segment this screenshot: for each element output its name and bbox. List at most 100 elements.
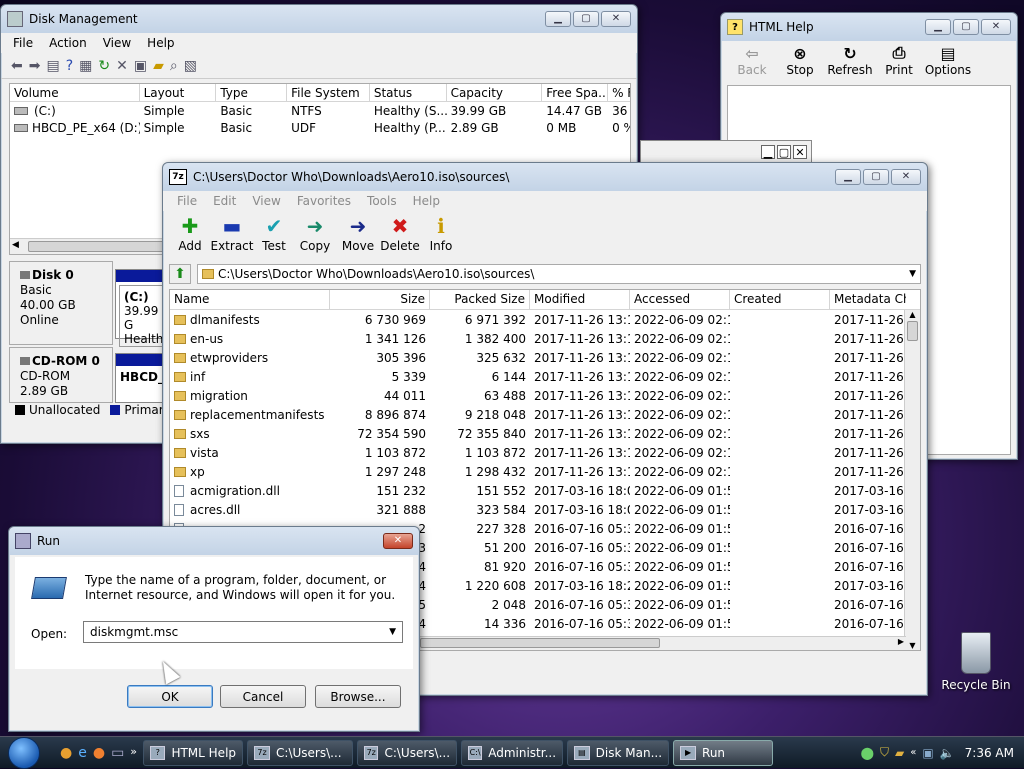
ie-icon[interactable]: e [78,745,87,761]
col-size[interactable]: Size [330,290,430,309]
open-combobox[interactable]: diskmgmt.msc ▼ [83,621,403,643]
show-desktop-icon[interactable]: ▭ [111,745,124,761]
col-free-space[interactable]: Free Spa... [542,84,609,101]
options-button[interactable]: ▤ Options [923,43,973,83]
delete-icon[interactable]: ✕ [116,58,128,74]
col-percent-free[interactable]: % F [608,84,630,101]
cdrom-0-pane[interactable]: CD-ROM 0 CD-ROM 2.89 GB [9,347,113,403]
cancel-button[interactable]: Cancel [220,685,306,708]
start-button[interactable] [0,736,48,769]
stop-button[interactable]: ⊗ Stop [775,43,825,83]
col-modified[interactable]: Modified [530,290,630,309]
background-window-fragment[interactable]: ▁ ▢ ✕ [640,140,812,164]
scroll-thumb[interactable] [420,638,660,648]
taskbar-item-7zip-1[interactable]: 7z C:\Users\... [247,739,354,766]
col-layout[interactable]: Layout [140,84,217,101]
scroll-thumb[interactable] [28,241,168,252]
info-button[interactable]: ℹ Info [421,213,461,259]
monitor-icon[interactable]: ▣ [922,746,933,760]
col-type[interactable]: Type [216,84,288,101]
recycle-bin-shortcut[interactable]: Recycle Bin [940,632,1012,692]
scroll-down-arrow[interactable]: ▼ [905,641,920,650]
col-packed-size[interactable]: Packed Size [430,290,530,309]
col-status[interactable]: Status [370,84,447,101]
security-shield-icon[interactable]: ⛉ [880,745,889,760]
back-button[interactable]: ⇦ Back [729,43,775,83]
file-row[interactable]: vista 1 103 872 1 103 872 2017-11-26 13:14 2… [170,443,920,462]
search-icon[interactable]: ⌕ [170,58,178,74]
help-icon[interactable]: ? [66,58,73,74]
taskbar-item-run[interactable]: ▶ Run [673,739,774,766]
minimize-button[interactable]: ▁ [835,169,861,185]
taskbar-item-7zip-2[interactable]: 7z C:\Users\... [357,739,458,766]
maximize-button[interactable]: ▢ [573,11,599,27]
file-row[interactable]: acmigration.dll 151 232 151 552 2017-03-16 … [170,481,920,500]
file-row[interactable]: replacementmanifests 8 896 874 9 218 048 20… [170,405,920,424]
volume-icon[interactable]: 🔈 [940,746,955,760]
rescan-icon[interactable]: ▣ [134,58,147,74]
file-row[interactable]: sxs 72 354 590 72 355 840 2017-11-26 13:14 2… [170,424,920,443]
refresh-icon[interactable]: ↻ [98,58,110,74]
copy-button[interactable]: ➜ Copy [293,213,337,259]
minimize-button[interactable]: ▁ [925,19,951,35]
forward-arrow-icon[interactable]: ➡ [29,58,41,74]
chevron-down-icon[interactable]: ▼ [389,627,396,637]
firefox-icon[interactable]: ● [93,745,105,761]
scroll-thumb[interactable] [907,321,918,341]
volume-row[interactable]: (C:) Simple Basic NTFS Healthy (S... 39.… [10,102,630,119]
col-created[interactable]: Created [730,290,830,309]
up-folder-icon[interactable]: ⬆ [169,264,191,284]
minimize-button[interactable]: ▁ [545,11,571,27]
scroll-right-arrow[interactable]: ▶ [898,637,904,646]
close-button[interactable]: ✕ [383,533,413,549]
taskbar-item-disk-management[interactable]: ▤ Disk Man... [567,739,670,766]
close-button[interactable]: ✕ [793,145,807,159]
cdrom-0-partition[interactable]: HBCD_ [115,353,167,403]
file-row[interactable]: etwproviders 305 396 325 632 2017-11-26 13:… [170,348,920,367]
add-button[interactable]: ✚ Add [171,213,209,259]
refresh-button[interactable]: ↻ Refresh [825,43,875,83]
browse-button[interactable]: Browse... [315,685,401,708]
volume-row[interactable]: HBCD_PE_x64 (D:) Simple Basic UDF Health… [10,119,630,136]
minimize-button[interactable]: ▁ [761,145,775,159]
col-metadata-changed[interactable]: Metadata Ch [830,290,906,309]
scroll-left-arrow[interactable]: ◀ [12,240,19,250]
settings-icon[interactable]: ▧ [184,58,197,74]
run-dialog[interactable]: Run ✕ Type the name of a program, folder… [8,526,420,732]
path-dropdown-icon[interactable]: ▼ [909,269,916,279]
close-button[interactable]: ✕ [601,11,631,27]
folder-tray-icon[interactable]: ▰ [895,746,904,760]
close-button[interactable]: ✕ [981,19,1011,35]
move-button[interactable]: ➜ Move [337,213,379,259]
extract-button[interactable]: ▬ Extract [209,213,255,259]
file-row[interactable]: acres.dll 321 888 323 584 2017-03-16 18:09 2… [170,500,920,519]
menu-help[interactable]: Help [405,194,448,208]
disk-0-partition[interactable]: (C:) 39.99 G Healthy [115,269,171,347]
ok-button[interactable]: OK [127,685,213,708]
html-help-titlebar[interactable]: ? HTML Help ▁ ▢ ✕ [721,13,1017,41]
col-accessed[interactable]: Accessed [630,290,730,309]
maximize-button[interactable]: ▢ [863,169,889,185]
file-row[interactable]: dlmanifests 6 730 969 6 971 392 2017-11-26 … [170,310,920,329]
open-folder-icon[interactable]: ▰ [153,58,164,74]
back-arrow-icon[interactable]: ⬅ [11,58,23,74]
disk-management-titlebar[interactable]: Disk Management ▁ ▢ ✕ [1,5,637,33]
menu-file[interactable]: File [169,194,205,208]
taskbar-item-admin-cmd[interactable]: C:\ Administr... [461,739,564,766]
chrome-icon[interactable]: ● [60,745,72,761]
vertical-scrollbar[interactable]: ▲ ▼ [904,310,920,650]
run-titlebar[interactable]: Run ✕ [9,527,419,555]
col-capacity[interactable]: Capacity [447,84,543,101]
tray-overflow-icon[interactable]: « [910,747,916,758]
path-field[interactable]: C:\Users\Doctor Who\Downloads\Aero10.iso… [197,264,921,284]
col-volume[interactable]: Volume [10,84,140,101]
maximize-button[interactable]: ▢ [777,145,791,159]
scroll-up-arrow[interactable]: ▲ [905,310,920,319]
menu-view[interactable]: View [95,36,139,50]
properties-icon[interactable]: ▦ [79,58,92,74]
menu-tools[interactable]: Tools [359,194,405,208]
file-row[interactable]: xp 1 297 248 1 298 432 2017-11-26 13:14 2022… [170,462,920,481]
file-row[interactable]: en-us 1 341 126 1 382 400 2017-11-26 13:14 2… [170,329,920,348]
print-button[interactable]: ⎙ Print [875,43,923,83]
menu-file[interactable]: File [5,36,41,50]
